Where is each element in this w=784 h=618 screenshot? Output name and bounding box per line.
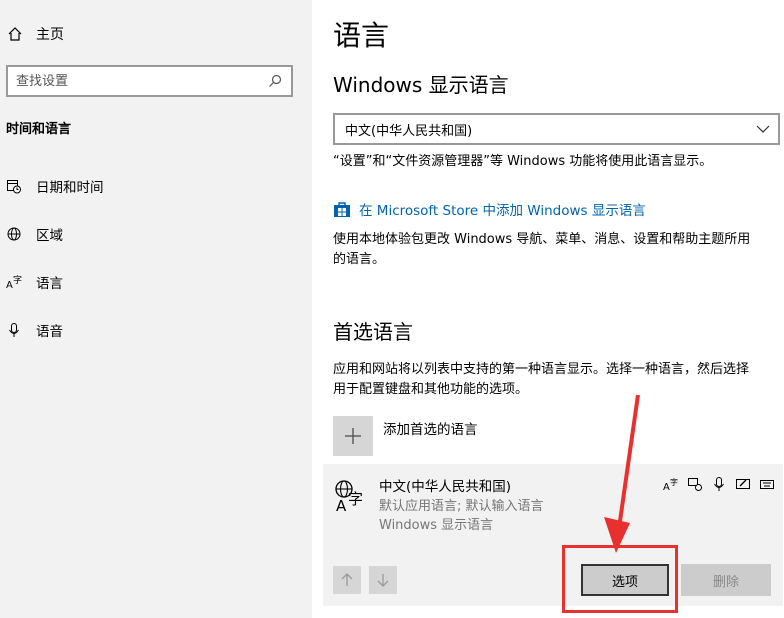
add-language-row[interactable]: 添加首选的语言 xyxy=(333,416,478,456)
page-title: 语言 xyxy=(333,19,390,52)
svg-text:A: A xyxy=(663,482,670,492)
preferred-languages-desc: 应用和网站将以列表中支持的第一种语言显示。选择一种语言，然后选择 用于配置键盘和… xyxy=(333,360,749,400)
language-icon: A字 xyxy=(6,274,22,290)
annotation-highlight-box xyxy=(562,545,678,613)
display-language-icon: A字 xyxy=(663,476,679,492)
sidebar-item-label: 区域 xyxy=(36,228,63,244)
remove-button[interactable]: 删除 xyxy=(681,564,771,596)
arrow-down-icon xyxy=(377,574,389,587)
move-down-button[interactable] xyxy=(369,566,397,594)
local-experience-line: 的语言。 xyxy=(333,252,386,267)
display-language-select[interactable]: 中文(中华人民共和国) xyxy=(333,113,780,145)
select-value: 中文(中华人民共和国) xyxy=(345,123,473,139)
keyboard-icon xyxy=(759,476,775,492)
local-experience-text: 使用本地体验包更改 Windows 导航、菜单、消息、设置和帮助主题所用 的语言… xyxy=(333,230,750,270)
section-title: 时间和语言 xyxy=(6,122,72,137)
sidebar-item-label: 日期和时间 xyxy=(36,180,104,196)
globe-icon xyxy=(6,226,22,242)
local-experience-line: 使用本地体验包更改 Windows 导航、菜单、消息、设置和帮助主题所用 xyxy=(333,232,751,247)
calendar-clock-icon xyxy=(6,178,22,194)
home-label: 主页 xyxy=(36,27,64,43)
search-icon[interactable] xyxy=(267,73,283,89)
handwriting-icon xyxy=(735,476,751,492)
language-list-item[interactable]: A 字 中文(中华人民共和国) 默认应用语言; 默认输入语言 Windows 显… xyxy=(323,464,783,606)
language-name: 中文(中华人民共和国) xyxy=(379,479,512,495)
speech-bubble-icon xyxy=(687,476,703,492)
display-language-heading: Windows 显示语言 xyxy=(333,73,509,97)
svg-text:A: A xyxy=(6,280,13,290)
preferred-languages-heading: 首选语言 xyxy=(333,320,413,344)
sidebar-item-language[interactable]: A字 语言 xyxy=(6,271,63,293)
microphone-icon xyxy=(711,476,727,492)
store-link[interactable]: 在 Microsoft Store 中添加 Windows 显示语言 xyxy=(333,199,646,219)
sidebar-item-label: 语音 xyxy=(36,324,63,340)
microphone-icon xyxy=(6,322,22,338)
language-features: A字 xyxy=(663,476,775,492)
arrow-up-icon xyxy=(341,573,353,586)
chevron-down-icon xyxy=(756,122,770,136)
svg-text:字: 字 xyxy=(348,490,363,508)
sidebar-item-label: 语言 xyxy=(36,276,63,292)
sidebar-item-date-time[interactable]: 日期和时间 xyxy=(6,175,104,197)
preferred-desc-line: 用于配置键盘和其他功能的选项。 xyxy=(333,382,529,397)
preferred-desc-line: 应用和网站将以列表中支持的第一种语言显示。选择一种语言，然后选择 xyxy=(333,362,750,377)
language-icon: A 字 xyxy=(333,478,369,515)
svg-text:A: A xyxy=(336,497,347,514)
sidebar: 主页 时间和语言 日期和时间 区域 A字 语言 语音 xyxy=(0,0,312,618)
move-up-button[interactable] xyxy=(333,566,361,594)
home-icon xyxy=(6,25,24,43)
store-link-label: 在 Microsoft Store 中添加 Windows 显示语言 xyxy=(359,203,646,219)
language-sub: Windows 显示语言 xyxy=(379,518,494,533)
display-language-note: “设置”和“文件资源管理器”等 Windows 功能将使用此语言显示。 xyxy=(333,154,713,169)
search-input[interactable] xyxy=(16,73,267,89)
store-icon xyxy=(333,200,351,218)
add-language-label: 添加首选的语言 xyxy=(383,422,478,438)
sidebar-item-speech[interactable]: 语音 xyxy=(6,319,63,341)
sidebar-item-region[interactable]: 区域 xyxy=(6,223,63,245)
plus-icon[interactable] xyxy=(333,416,373,456)
annotation-arrow xyxy=(604,395,640,553)
home-nav[interactable]: 主页 xyxy=(6,24,64,44)
svg-text:字: 字 xyxy=(670,477,678,487)
search-box[interactable] xyxy=(6,65,293,97)
svg-text:字: 字 xyxy=(13,274,22,286)
language-sub: 默认应用语言; 默认输入语言 xyxy=(379,499,544,514)
